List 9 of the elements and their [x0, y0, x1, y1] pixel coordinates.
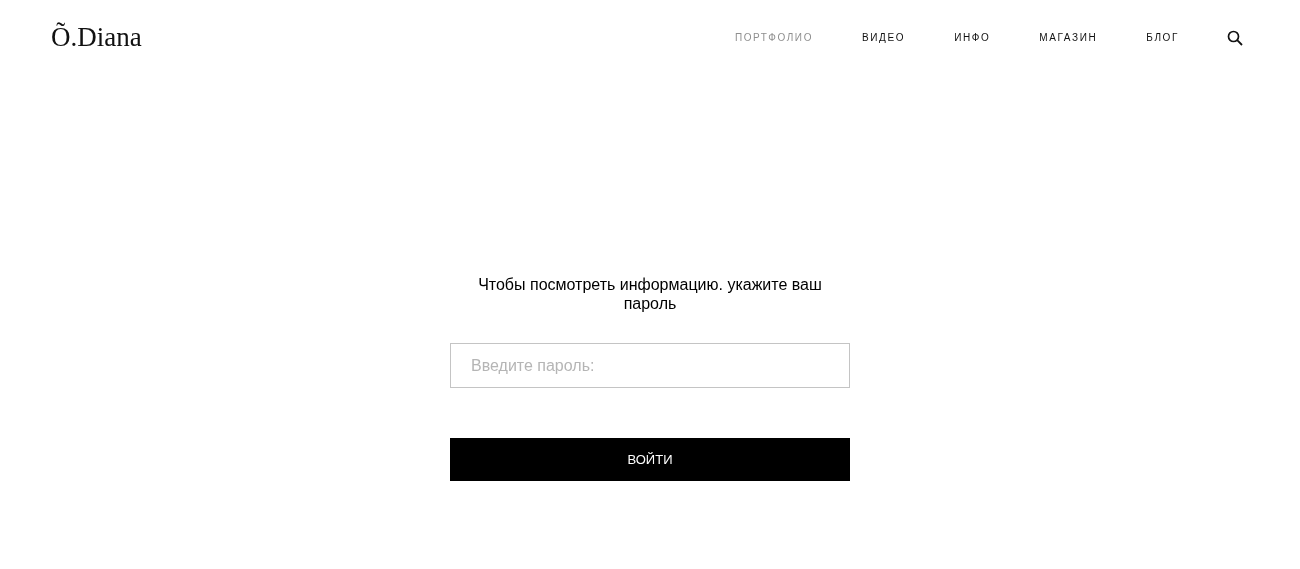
password-field[interactable]: Введите пароль: [450, 343, 850, 388]
login-button[interactable]: ВОЙТИ [450, 438, 850, 481]
nav-link[interactable]: ИНФО [954, 32, 991, 43]
nav-link[interactable]: ВИДЕО [862, 32, 906, 43]
nav-link[interactable]: БЛОГ [1146, 32, 1179, 43]
nav-link[interactable]: МАГАЗИН [1039, 32, 1098, 43]
search-icon[interactable] [1227, 29, 1243, 46]
password-prompt: Чтобы посмотреть информацию. укажите ваш пароль [477, 275, 823, 313]
site-logo[interactable]: Õ.Diana [51, 24, 142, 51]
